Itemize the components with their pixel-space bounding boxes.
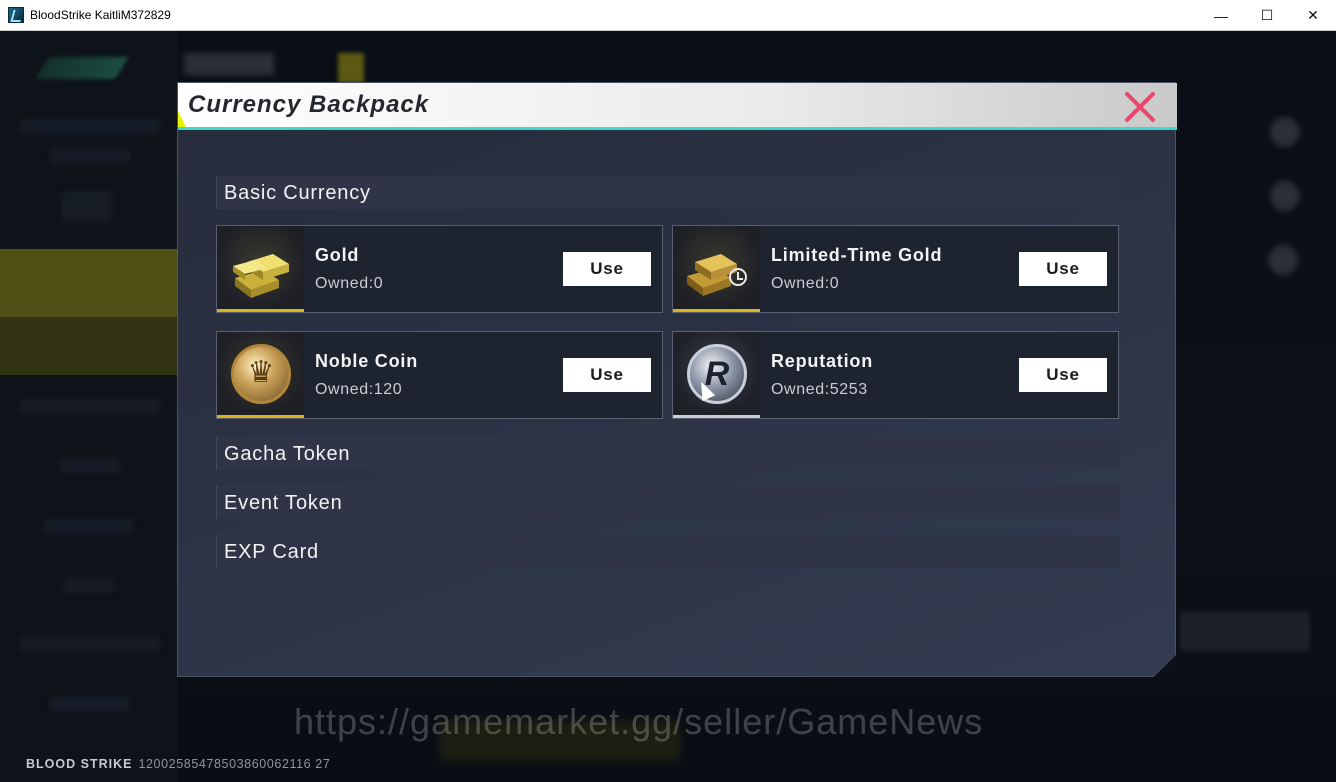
use-button-limited-time-gold[interactable]: Use bbox=[1019, 252, 1107, 286]
currency-owned: Owned:5253 bbox=[771, 381, 868, 398]
header-accent bbox=[178, 111, 186, 127]
watermark-text: https://gamemarket.gg/seller/GameNews bbox=[294, 701, 984, 742]
moon-icon[interactable] bbox=[1270, 117, 1300, 147]
section-label: Event Token bbox=[224, 492, 343, 514]
section-label: Basic Currency bbox=[224, 182, 371, 204]
window-controls: — ☐ ✕ bbox=[1198, 0, 1336, 31]
use-button-gold[interactable]: Use bbox=[563, 252, 651, 286]
dialog-header: Currency Backpack bbox=[178, 83, 1177, 130]
nav-item-blurred bbox=[20, 637, 160, 651]
nav-item-blurred bbox=[20, 399, 160, 413]
nav-item-blurred bbox=[64, 579, 114, 593]
nav-item-blurred bbox=[0, 317, 178, 375]
currency-name: Limited-Time Gold bbox=[771, 245, 943, 265]
game-logo-blurred bbox=[35, 57, 129, 79]
nav-item-blurred bbox=[20, 119, 160, 133]
reputation-coin-icon bbox=[687, 344, 747, 404]
section-label: Gacha Token bbox=[224, 443, 351, 465]
section-event-token[interactable]: Event Token bbox=[216, 486, 1120, 519]
star-icon[interactable] bbox=[1270, 181, 1300, 211]
section-gacha-token[interactable]: Gacha Token bbox=[216, 437, 1120, 470]
left-nav-background bbox=[0, 31, 178, 782]
heart-icon[interactable] bbox=[1268, 245, 1298, 275]
clock-icon bbox=[729, 268, 747, 286]
noble-coin-icon bbox=[231, 344, 291, 404]
player-id: 12002585478503860062116 27 bbox=[138, 757, 331, 771]
dialog-title: Currency Backpack bbox=[188, 91, 430, 118]
currency-owned: Owned:120 bbox=[315, 381, 403, 398]
nav-item-blurred bbox=[60, 459, 120, 473]
use-button-noble-coin[interactable]: Use bbox=[563, 358, 651, 392]
game-id-footer: BLOOD STRIKE 12002585478503860062116 27 bbox=[26, 757, 330, 771]
nav-item-selected-blurred bbox=[0, 249, 178, 317]
nav-item-blurred bbox=[50, 697, 130, 711]
currency-thumb bbox=[217, 332, 304, 418]
section-basic-currency[interactable]: Basic Currency bbox=[216, 176, 1120, 209]
currency-name: Reputation bbox=[771, 351, 873, 371]
currency-name: Gold bbox=[315, 245, 360, 265]
app-icon bbox=[8, 7, 24, 23]
close-icon[interactable] bbox=[1120, 87, 1160, 127]
window-titlebar: BloodStrike KaitliM372829 — ☐ ✕ bbox=[0, 0, 1336, 31]
gold-bars-icon bbox=[233, 254, 289, 298]
nav-item-blurred bbox=[50, 149, 130, 163]
currency-thumb bbox=[673, 226, 760, 312]
minimize-button[interactable]: — bbox=[1198, 0, 1244, 31]
window-title: BloodStrike KaitliM372829 bbox=[30, 8, 171, 22]
section-exp-card[interactable]: EXP Card bbox=[216, 535, 1120, 568]
right-button-blurred[interactable] bbox=[1180, 611, 1310, 651]
maximize-button[interactable]: ☐ bbox=[1244, 0, 1290, 31]
vault-badge-blurred bbox=[338, 53, 364, 83]
game-brand-label: BLOOD STRIKE bbox=[26, 757, 133, 771]
currency-thumb bbox=[217, 226, 304, 312]
dialog-corner-cut bbox=[1154, 655, 1176, 677]
currency-thumb bbox=[673, 332, 760, 418]
nav-icon-blurred bbox=[62, 191, 112, 221]
currency-card-reputation: Reputation Owned:5253 Use bbox=[672, 331, 1119, 419]
currency-card-limited-time-gold: Limited-Time Gold Owned:0 Use bbox=[672, 225, 1119, 313]
currency-card-noble-coin: Noble Coin Owned:120 Use bbox=[216, 331, 663, 419]
window-close-button[interactable]: ✕ bbox=[1290, 0, 1336, 31]
section-label: EXP Card bbox=[224, 541, 319, 563]
use-button-reputation[interactable]: Use bbox=[1019, 358, 1107, 392]
nav-item-blurred bbox=[44, 519, 134, 533]
currency-card-gold: Gold Owned:0 Use bbox=[216, 225, 663, 313]
currency-name: Noble Coin bbox=[315, 351, 418, 371]
currency-backpack-dialog: Currency Backpack Basic Currency Gold Ow… bbox=[177, 82, 1177, 677]
currency-owned: Owned:0 bbox=[771, 275, 840, 292]
vault-title-blurred bbox=[184, 53, 274, 75]
currency-owned: Owned:0 bbox=[315, 275, 384, 292]
